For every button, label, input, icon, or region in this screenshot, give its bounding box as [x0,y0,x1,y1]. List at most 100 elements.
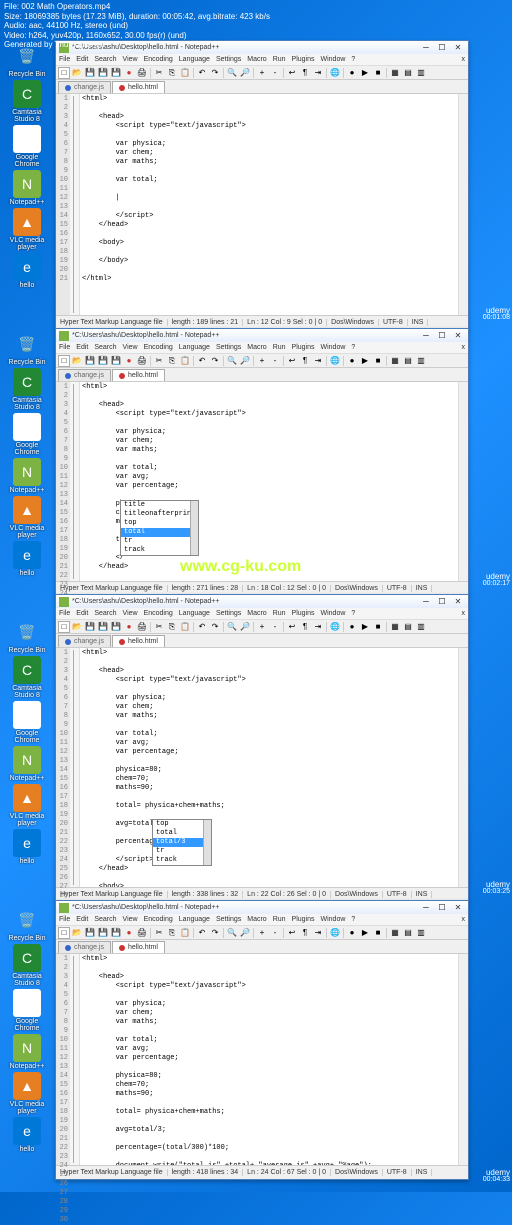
toolbar-lang-button[interactable]: 🌐 [329,67,341,79]
menu-macro[interactable]: Macro [247,610,266,617]
desktop-icon-recycle-bin[interactable]: 🗑️Recycle Bin [3,906,51,942]
toolbar-save-button[interactable]: 💾 [110,355,122,367]
toolbar-lang-button[interactable]: 🌐 [329,927,341,939]
toolbar-print-button[interactable]: 🖨 [136,621,148,633]
toolbar-indent-button[interactable]: ⇥ [312,355,324,367]
menu-close-icon[interactable]: x [462,344,466,351]
toolbar-undo-button[interactable]: ↶ [196,621,208,633]
menu-file[interactable]: File [59,344,70,351]
desktop-icon-google-chrome[interactable]: ●Google Chrome [3,125,51,168]
toolbar-redo-button[interactable]: ↷ [209,355,221,367]
toolbar-cut-button[interactable]: ✂ [153,355,165,367]
menu-settings[interactable]: Settings [216,916,241,923]
toolbar-macro-play-button[interactable]: ▶ [359,355,371,367]
fold-margin[interactable] [70,648,80,887]
menu-run[interactable]: Run [273,344,286,351]
menu-view[interactable]: View [123,916,138,923]
minimize-button[interactable]: ─ [419,331,433,341]
menu-run[interactable]: Run [273,610,286,617]
toolbar-print-button[interactable]: 🖨 [136,927,148,939]
desktop-icon-notepad++[interactable]: NNotepad++ [3,746,51,782]
toolbar-copy-button[interactable]: ⎘ [166,355,178,367]
toolbar-undo-button[interactable]: ↶ [196,927,208,939]
menu-file[interactable]: File [59,56,70,63]
editor-area[interactable]: 1 2 3 4 5 6 7 8 9 10 11 12 13 14 15 16 1… [56,94,468,315]
toolbar-copy-button[interactable]: ⎘ [166,621,178,633]
scrollbar[interactable] [458,954,468,1165]
toolbar-view2-button[interactable]: ▤ [402,927,414,939]
autocomplete-item[interactable]: tr [121,537,198,546]
toolbar-paste-button[interactable]: 📋 [179,355,191,367]
toolbar-red-button[interactable]: ● [123,621,135,633]
desktop-icon-vlc-media-player[interactable]: ▲VLC media player [3,496,51,539]
menu-settings[interactable]: Settings [216,610,241,617]
toolbar-view3-button[interactable]: ▥ [415,621,427,633]
toolbar-find-button[interactable]: 🔍 [226,621,238,633]
toolbar-indent-button[interactable]: ⇥ [312,621,324,633]
toolbar-find-button[interactable]: 🔍 [226,355,238,367]
desktop-icon-recycle-bin[interactable]: 🗑️Recycle Bin [3,618,51,654]
toolbar-macro-rec-button[interactable]: ● [346,621,358,633]
toolbar-save-button[interactable]: 💾 [84,927,96,939]
toolbar-macro-rec-button[interactable]: ● [346,67,358,79]
autocomplete-item[interactable]: title [121,501,198,510]
desktop-icon-google-chrome[interactable]: ●Google Chrome [3,701,51,744]
tab-hello-html[interactable]: hello.html [112,941,165,953]
toolbar-save-button[interactable]: 💾 [84,621,96,633]
desktop-icon-hello[interactable]: ehello [3,1117,51,1153]
menu-plugins[interactable]: Plugins [292,56,315,63]
toolbar-chars-button[interactable]: ¶ [299,621,311,633]
menu-encoding[interactable]: Encoding [144,56,173,63]
toolbar-redo-button[interactable]: ↷ [209,927,221,939]
toolbar-zoom-in-button[interactable]: + [256,355,268,367]
toolbar-zoom-in-button[interactable]: + [256,67,268,79]
desktop-icon-recycle-bin[interactable]: 🗑️Recycle Bin [3,330,51,366]
editor-area[interactable]: 1 2 3 4 5 6 7 8 9 10 11 12 13 14 15 16 1… [56,382,468,581]
toolbar-view1-button[interactable]: ▦ [389,67,401,79]
toolbar-view2-button[interactable]: ▤ [402,67,414,79]
toolbar-macro-play-button[interactable]: ▶ [359,927,371,939]
toolbar-wrap-button[interactable]: ↩ [286,355,298,367]
toolbar-paste-button[interactable]: 📋 [179,621,191,633]
toolbar-macro-stop-button[interactable]: ■ [372,621,384,633]
toolbar-replace-button[interactable]: 🔎 [239,355,251,367]
toolbar-view1-button[interactable]: ▦ [389,355,401,367]
scrollbar[interactable] [458,648,468,887]
code-content[interactable]: <html> <head> <script type="text/javascr… [80,954,458,1165]
editor-area[interactable]: 1 2 3 4 5 6 7 8 9 10 11 12 13 14 15 16 1… [56,954,468,1165]
toolbar-indent-button[interactable]: ⇥ [312,67,324,79]
toolbar-save-button[interactable]: 💾 [97,621,109,633]
toolbar-new-button[interactable]: □ [58,67,70,79]
menu-language[interactable]: Language [179,56,210,63]
menu-edit[interactable]: Edit [76,610,88,617]
toolbar-zoom-out-button[interactable]: - [269,355,281,367]
menu-search[interactable]: Search [94,56,116,63]
autocomplete-item[interactable]: top [121,519,198,528]
menu-encoding[interactable]: Encoding [144,344,173,351]
toolbar-open-button[interactable]: 📂 [71,67,83,79]
tab-hello-html[interactable]: hello.html [112,369,165,381]
toolbar-zoom-in-button[interactable]: + [256,621,268,633]
desktop-icon-camtasia-studio-8[interactable]: CCamtasia Studio 8 [3,80,51,123]
menu-help[interactable]: ? [351,56,355,63]
menu-help[interactable]: ? [351,344,355,351]
menu-settings[interactable]: Settings [216,344,241,351]
toolbar-paste-button[interactable]: 📋 [179,67,191,79]
menu-settings[interactable]: Settings [216,56,241,63]
menu-plugins[interactable]: Plugins [292,916,315,923]
menu-plugins[interactable]: Plugins [292,610,315,617]
desktop-icon-google-chrome[interactable]: ●Google Chrome [3,989,51,1032]
toolbar-view3-button[interactable]: ▥ [415,927,427,939]
toolbar-wrap-button[interactable]: ↩ [286,67,298,79]
toolbar-paste-button[interactable]: 📋 [179,927,191,939]
toolbar-zoom-out-button[interactable]: - [269,67,281,79]
toolbar-find-button[interactable]: 🔍 [226,67,238,79]
menu-run[interactable]: Run [273,916,286,923]
toolbar-chars-button[interactable]: ¶ [299,927,311,939]
toolbar-macro-play-button[interactable]: ▶ [359,621,371,633]
toolbar-new-button[interactable]: □ [58,927,70,939]
toolbar-zoom-out-button[interactable]: - [269,927,281,939]
toolbar-find-button[interactable]: 🔍 [226,927,238,939]
toolbar-new-button[interactable]: □ [58,621,70,633]
desktop-icon-notepad++[interactable]: NNotepad++ [3,1034,51,1070]
